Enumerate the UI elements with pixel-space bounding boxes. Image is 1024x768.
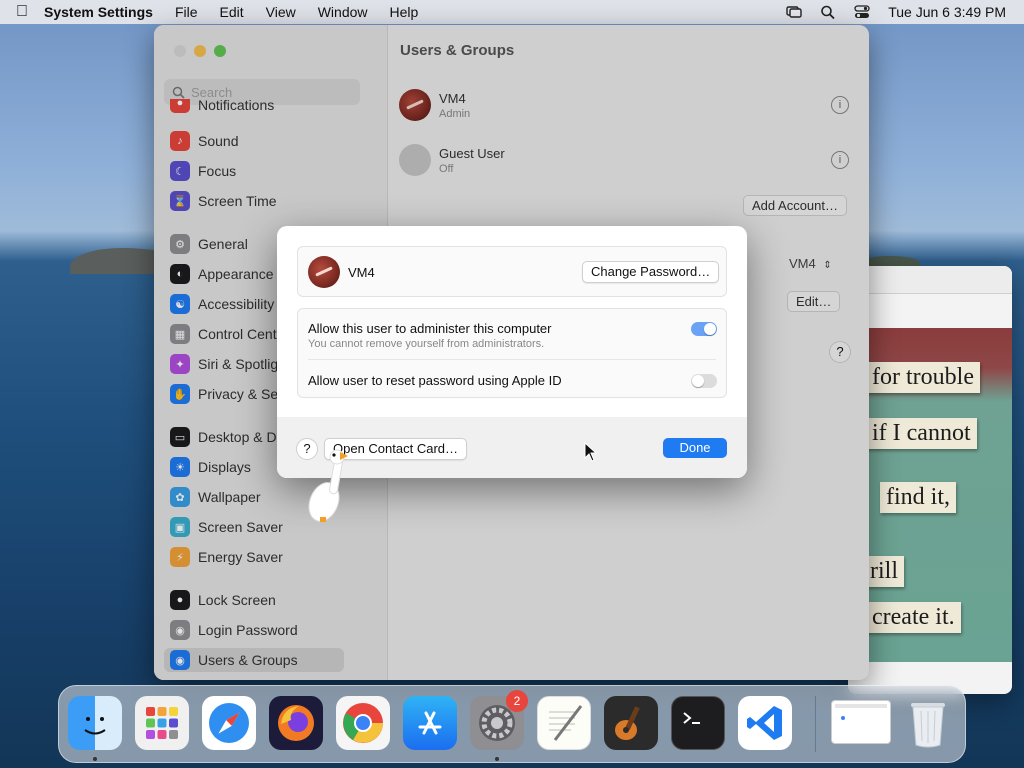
done-button[interactable]: Done — [663, 438, 727, 458]
menu-app-name[interactable]: System Settings — [44, 4, 153, 20]
vscode-icon[interactable] — [738, 696, 792, 750]
screen-mirroring-icon[interactable] — [786, 5, 802, 19]
divider — [308, 359, 716, 360]
admin-note: You cannot remove yourself from administ… — [308, 338, 545, 350]
trash-icon[interactable] — [901, 696, 955, 750]
admin-toggle[interactable] — [691, 322, 717, 336]
apple-menu-icon[interactable]:  — [0, 3, 44, 21]
textedit-icon[interactable] — [537, 696, 591, 750]
minimized-window-thumbnail[interactable] — [831, 700, 891, 744]
user-details-sheet[interactable]: VM4 Change Password… Allow this user to … — [277, 226, 747, 478]
goose-icon[interactable] — [300, 446, 356, 526]
app-store-icon[interactable] — [403, 696, 457, 750]
mouse-cursor-icon — [584, 442, 598, 462]
menu-bar:  System Settings File Edit View Window … — [0, 0, 1024, 24]
chrome-icon[interactable] — [336, 696, 390, 750]
finder-icon[interactable] — [68, 696, 122, 750]
menu-help[interactable]: Help — [390, 4, 419, 20]
firefox-icon[interactable] — [269, 696, 323, 750]
safari-icon[interactable] — [202, 696, 256, 750]
note-line-5: create it. — [866, 602, 961, 633]
note-line-1: for trouble — [866, 362, 980, 393]
sheet-user-avatar — [308, 256, 340, 288]
image-viewer-window[interactable]: for trouble if I cannot find it, rill cr… — [848, 266, 1012, 694]
control-centre-icon[interactable] — [854, 5, 870, 19]
menu-window[interactable]: Window — [318, 4, 368, 20]
menu-view[interactable]: View — [266, 4, 296, 20]
admin-label: Allow this user to administer this compu… — [308, 321, 552, 336]
spotlight-search-icon[interactable] — [820, 5, 836, 19]
sheet-user-name: VM4 — [348, 265, 375, 280]
notification-badge: 2 — [506, 690, 528, 712]
note-line-3: find it, — [880, 482, 956, 513]
launchpad-icon[interactable] — [135, 696, 189, 750]
menu-edit[interactable]: Edit — [220, 4, 244, 20]
menubar-clock[interactable]: Tue Jun 6 3:49 PM — [888, 4, 1006, 20]
collage-image: for trouble if I cannot find it, rill cr… — [848, 328, 1012, 662]
image-viewer-titlebar[interactable] — [848, 266, 1012, 294]
dock-separator — [815, 696, 816, 752]
reset-password-toggle[interactable] — [691, 374, 717, 388]
guitar-icon[interactable] — [604, 696, 658, 750]
user-card: VM4 Change Password… — [297, 246, 727, 297]
dock: 2 — [58, 685, 966, 763]
permissions-card: Allow this user to administer this compu… — [297, 308, 727, 398]
menu-file[interactable]: File — [175, 4, 198, 20]
terminal-icon[interactable] — [671, 696, 725, 750]
reset-password-label: Allow user to reset password using Apple… — [308, 373, 562, 388]
change-password-button[interactable]: Change Password… — [582, 261, 720, 283]
note-line-4: rill — [864, 556, 904, 587]
note-line-2: if I cannot — [866, 418, 977, 449]
finder-running-dot — [93, 757, 97, 761]
settings-running-dot — [495, 757, 499, 761]
system-settings-icon[interactable]: 2 — [470, 690, 528, 750]
